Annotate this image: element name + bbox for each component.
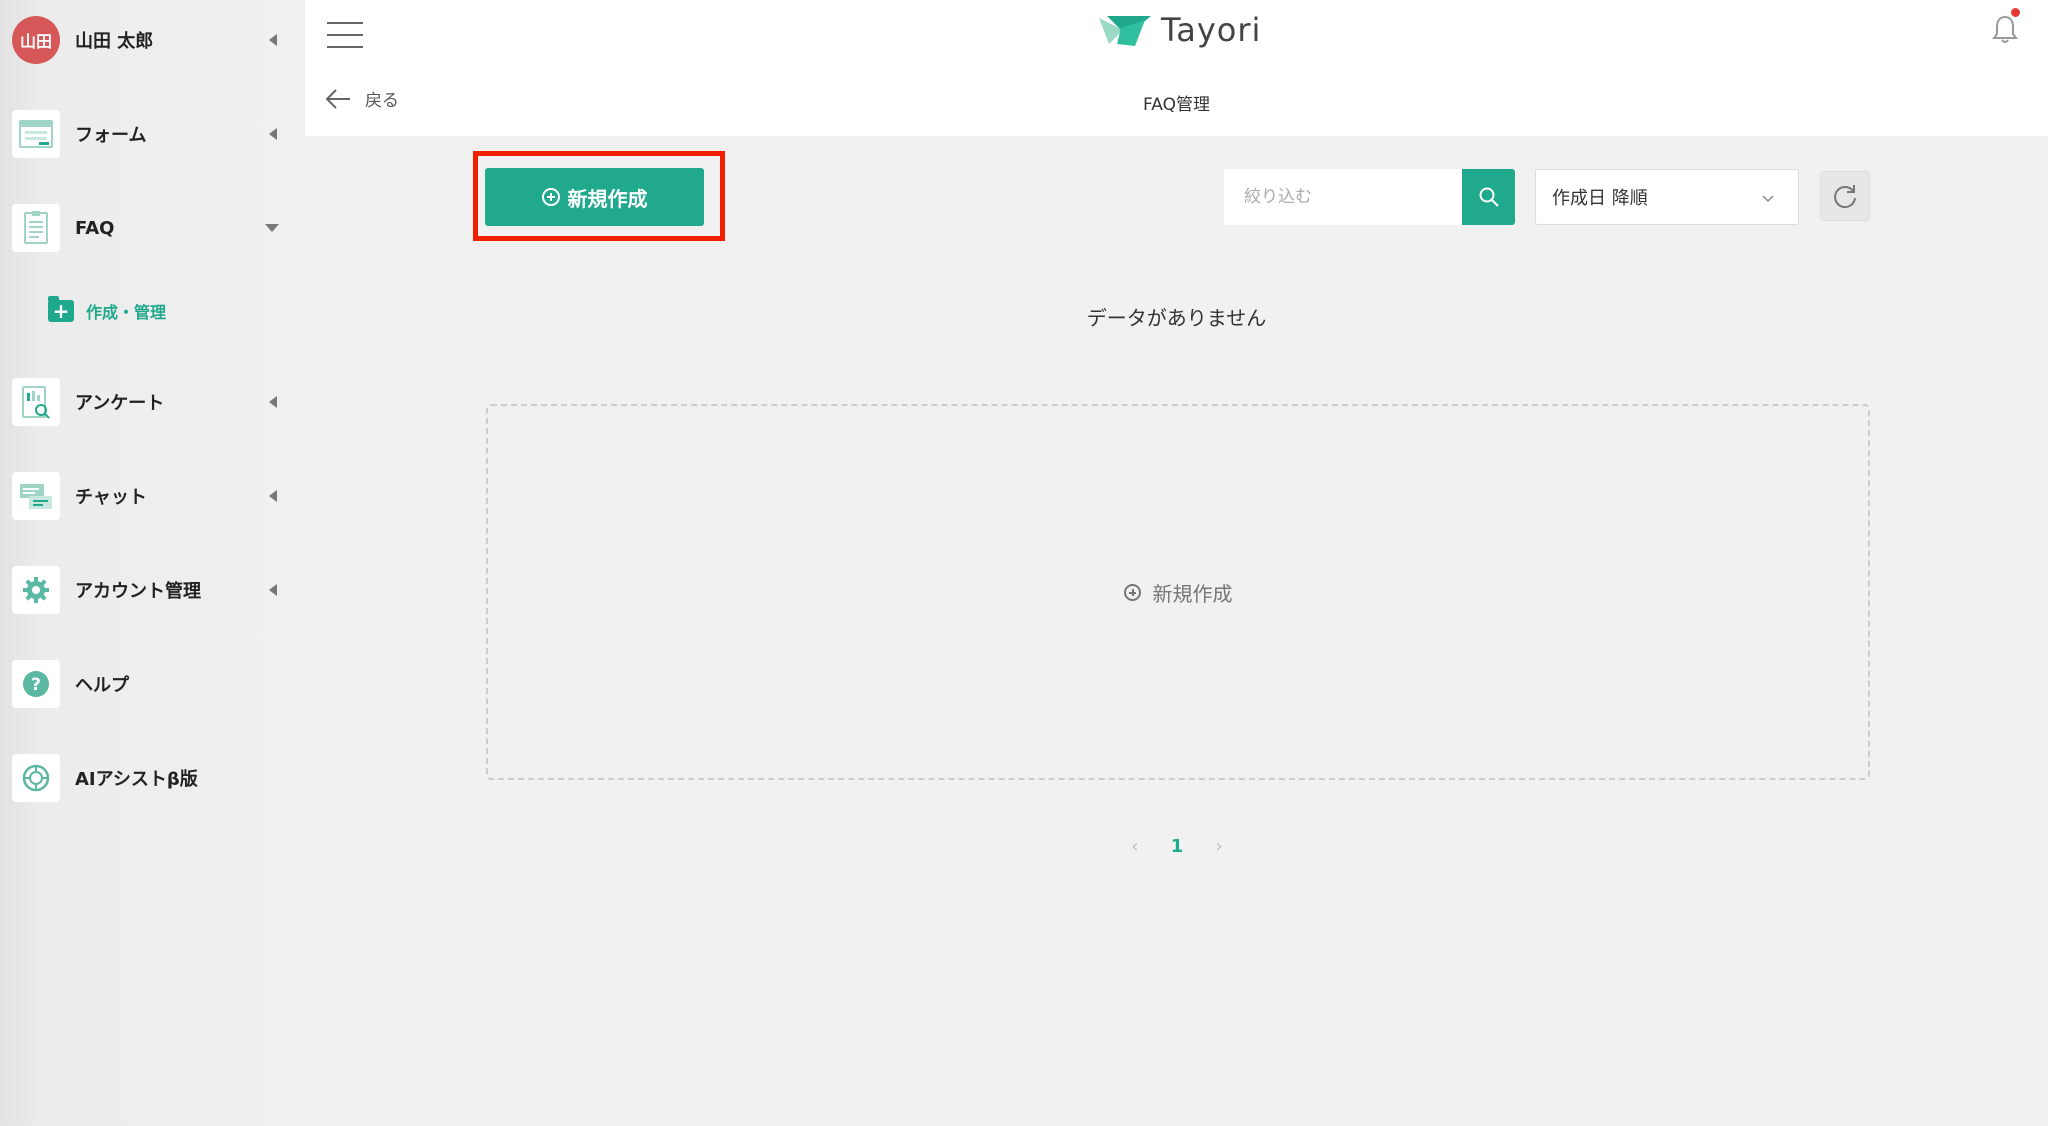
new-create-button[interactable]: 新規作成 (485, 168, 704, 226)
sidebar-item-label: フォーム (75, 125, 147, 146)
notification-bell-icon[interactable] (1990, 8, 2020, 44)
ai-brain-icon (12, 754, 60, 802)
gear-icon (12, 566, 60, 614)
svg-text:?: ? (31, 675, 41, 695)
sidebar-item-chat[interactable]: チャット (0, 456, 305, 536)
logo-bird-icon (1099, 16, 1151, 46)
caret-left-icon (269, 584, 277, 596)
sidebar-subitem-faq-create-manage[interactable]: + 作成・管理 (48, 296, 166, 326)
sidebar-user[interactable]: 山田 山田 太郎 (0, 0, 305, 80)
sidebar-item-label: ヘルプ (75, 675, 129, 696)
sidebar-item-help[interactable]: ? ヘルプ (0, 644, 305, 724)
sort-selected-value: 作成日 降順 (1552, 188, 1648, 209)
empty-state-message: データがありません (1086, 306, 1267, 330)
hamburger-menu-icon[interactable] (327, 16, 363, 48)
sidebar-item-ai-assist[interactable]: AIアシストβ版 (0, 738, 305, 818)
pagination: ‹ 1 › (1120, 836, 1234, 857)
sidebar-item-account[interactable]: アカウント管理 (0, 550, 305, 630)
filter-input[interactable] (1224, 169, 1462, 225)
app-root: 山田 山田 太郎 フォーム FAQ + 作成・管理 アンケート チャット アカウ… (0, 0, 2048, 1126)
sidebar-item-label: アンケート (75, 393, 165, 414)
pagination-page-current[interactable]: 1 (1162, 836, 1192, 857)
sidebar-item-label: FAQ (75, 217, 115, 239)
survey-icon (12, 378, 60, 426)
sidebar-item-faq[interactable]: FAQ (0, 188, 305, 268)
pagination-prev-icon[interactable]: ‹ (1120, 836, 1150, 857)
caret-left-icon (269, 34, 277, 46)
page-title: FAQ管理 (1143, 95, 1210, 115)
refresh-icon (1834, 185, 1856, 209)
logo-text: Tayori (1161, 11, 1262, 49)
sort-select[interactable]: 作成日 降順 (1535, 169, 1799, 225)
folder-plus-icon: + (48, 296, 74, 322)
form-icon (12, 110, 60, 158)
chat-icon (12, 472, 60, 520)
plus-circle-icon (1123, 583, 1141, 601)
caret-left-icon (269, 128, 277, 140)
user-name: 山田 太郎 (75, 31, 154, 52)
notification-dot (2011, 8, 2020, 17)
chevron-down-icon (1762, 195, 1774, 203)
faq-document-icon (12, 204, 60, 252)
caret-left-icon (269, 490, 277, 502)
caret-left-icon (269, 396, 277, 408)
sidebar-item-label: アカウント管理 (75, 581, 201, 602)
header: Tayori 戻る FAQ管理 (305, 0, 2048, 136)
sidebar-item-label: AIアシストβ版 (75, 769, 198, 790)
caret-down-icon (265, 224, 279, 232)
sidebar: 山田 山田 太郎 フォーム FAQ + 作成・管理 アンケート チャット アカウ… (0, 0, 305, 1126)
sidebar-item-form[interactable]: フォーム (0, 94, 305, 174)
new-create-button-label: 新規作成 (567, 186, 648, 211)
tayori-logo: Tayori (1097, 10, 1261, 50)
new-create-card[interactable]: 新規作成 (486, 404, 1870, 780)
sidebar-subitem-label: 作成・管理 (86, 303, 167, 322)
sidebar-item-survey[interactable]: アンケート (0, 362, 305, 442)
sidebar-item-label: チャット (75, 487, 147, 508)
plus-circle-icon (541, 188, 560, 206)
search-button[interactable] (1462, 169, 1515, 225)
refresh-button[interactable] (1820, 171, 1870, 221)
search-icon (1479, 187, 1499, 207)
new-create-card-label: 新規作成 (1152, 581, 1233, 606)
avatar: 山田 (12, 16, 60, 64)
help-question-icon: ? (12, 660, 60, 708)
pagination-next-icon[interactable]: › (1204, 836, 1234, 857)
